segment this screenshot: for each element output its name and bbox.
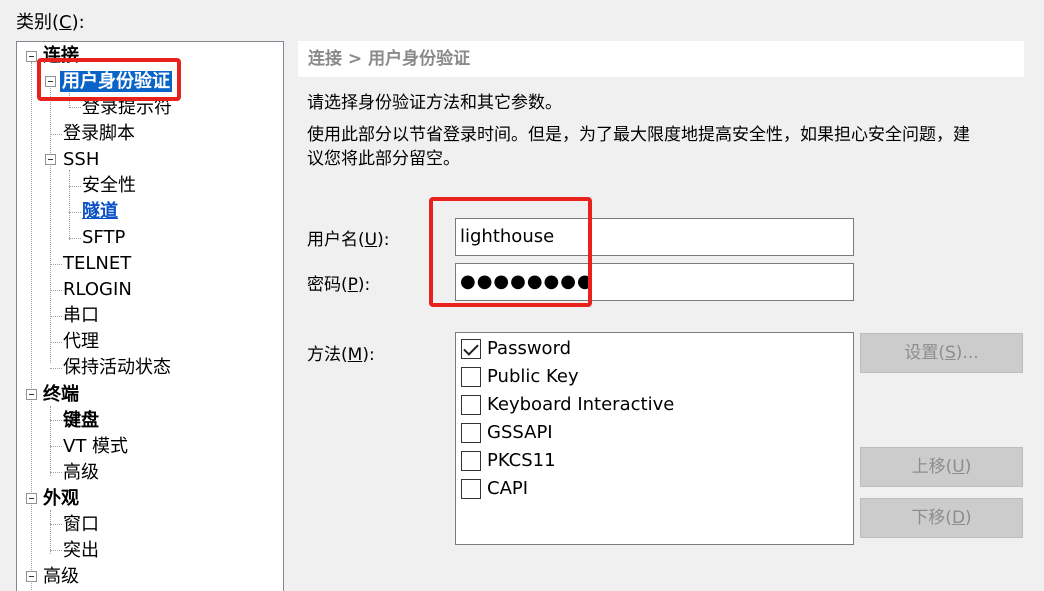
- tree-line: [50, 88, 51, 363]
- checkbox-icon[interactable]: [461, 451, 481, 471]
- method-item[interactable]: CAPI: [461, 476, 528, 502]
- tree-item-tunnel[interactable]: 隧道: [82, 200, 118, 224]
- highlight-box: [37, 58, 181, 101]
- description-text: 议您将此部分留空。: [307, 149, 460, 169]
- checkbox-icon[interactable]: [461, 395, 481, 415]
- tree-line: [69, 238, 81, 239]
- tree-line: [69, 186, 81, 187]
- category-tree[interactable]: 连接 用户身份验证 登录提示符 登录脚本 SSH 安全性 隧道 SFTP TEL…: [16, 41, 284, 591]
- method-item[interactable]: GSSAPI: [461, 420, 553, 446]
- tree-item-terminal-advanced[interactable]: 高级: [63, 461, 99, 485]
- method-name: Keyboard Interactive: [487, 394, 675, 415]
- tree-line: [50, 290, 62, 291]
- tree-item-appearance[interactable]: 外观: [43, 487, 79, 511]
- tree-line: [69, 212, 81, 213]
- method-name: GSSAPI: [487, 422, 553, 443]
- tree-line: [31, 62, 32, 591]
- checkbox-icon[interactable]: [461, 423, 481, 443]
- method-name: PKCS11: [487, 450, 556, 471]
- tree-item-sftp[interactable]: SFTP: [82, 226, 125, 250]
- tree-line: [50, 472, 62, 473]
- collapse-icon[interactable]: [26, 389, 37, 400]
- checkbox-icon[interactable]: [461, 479, 481, 499]
- tree-line: [50, 316, 62, 317]
- description-text: 请选择身份验证方法和其它参数。: [307, 93, 562, 113]
- tree-item-terminal[interactable]: 终端: [43, 383, 79, 407]
- tree-line: [50, 420, 62, 421]
- username-label: 用户名(U):: [307, 230, 390, 250]
- collapse-icon[interactable]: [26, 571, 37, 582]
- method-name: Password: [487, 338, 572, 359]
- tree-item-keyboard[interactable]: 键盘: [63, 409, 99, 433]
- method-name: Public Key: [487, 366, 579, 387]
- tree-item-proxy[interactable]: 代理: [63, 330, 99, 354]
- tree-line: [69, 170, 70, 240]
- move-down-button[interactable]: 下移(D): [860, 498, 1023, 538]
- tree-item-security[interactable]: 安全性: [82, 174, 136, 198]
- tree-line: [69, 107, 81, 108]
- tree-line: [50, 342, 62, 343]
- tree-line: [50, 524, 62, 525]
- method-item[interactable]: Public Key: [461, 364, 579, 390]
- tree-item-serial[interactable]: 串口: [63, 304, 99, 328]
- settings-button[interactable]: 设置(S)...: [860, 333, 1023, 373]
- highlight-box: [429, 197, 592, 307]
- password-label: 密码(P):: [307, 275, 371, 295]
- method-label: 方法(M):: [307, 345, 375, 365]
- tree-item-highlight[interactable]: 突出: [63, 539, 99, 563]
- collapse-icon[interactable]: [26, 51, 37, 62]
- method-list[interactable]: Password Public Key Keyboard Interactive…: [455, 332, 854, 545]
- method-item[interactable]: PKCS11: [461, 448, 556, 474]
- method-item[interactable]: Password: [461, 336, 571, 362]
- tree-line: [50, 510, 51, 554]
- checkbox-icon[interactable]: [461, 367, 481, 387]
- category-label: 类别(C):: [16, 12, 85, 33]
- tree-item-advanced[interactable]: 高级: [43, 565, 79, 589]
- tree-item-telnet[interactable]: TELNET: [63, 252, 131, 276]
- method-name: CAPI: [487, 478, 529, 499]
- tree-item-ssh[interactable]: SSH: [63, 148, 99, 172]
- method-item[interactable]: Keyboard Interactive: [461, 392, 674, 418]
- tree-item-rlogin[interactable]: RLOGIN: [63, 278, 132, 302]
- checkbox-checked-icon[interactable]: [461, 339, 481, 359]
- move-up-button[interactable]: 上移(U): [860, 447, 1023, 487]
- tree-item-login-script[interactable]: 登录脚本: [63, 122, 135, 146]
- tree-item-window[interactable]: 窗口: [63, 513, 99, 537]
- tree-line: [50, 406, 51, 476]
- tree-line: [50, 446, 62, 447]
- collapse-icon[interactable]: [26, 493, 37, 504]
- tree-line: [50, 134, 62, 135]
- breadcrumb: 连接 > 用户身份验证: [298, 41, 1024, 77]
- tree-item-vt-mode[interactable]: VT 模式: [63, 435, 128, 459]
- tree-item-keepalive[interactable]: 保持活动状态: [63, 356, 171, 380]
- tree-line: [50, 368, 62, 369]
- tree-line: [50, 264, 62, 265]
- collapse-icon[interactable]: [45, 154, 56, 165]
- tree-line: [50, 550, 62, 551]
